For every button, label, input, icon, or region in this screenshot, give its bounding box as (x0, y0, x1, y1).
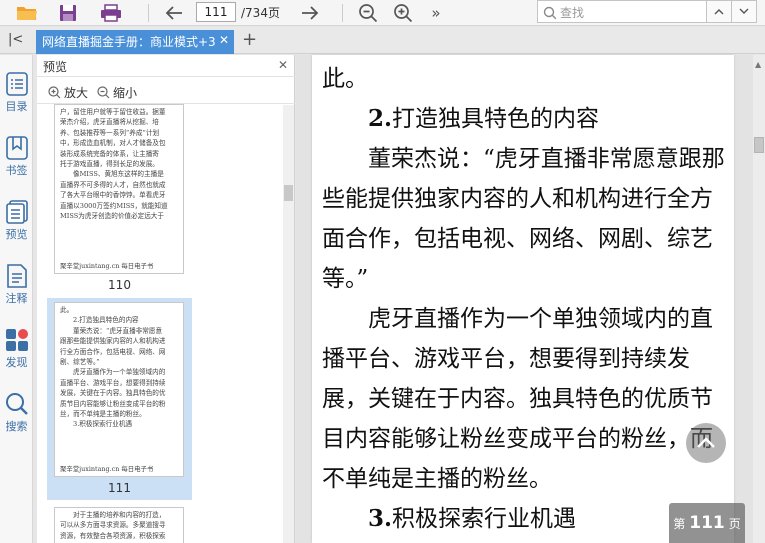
rail-label: 发现 (5, 356, 28, 369)
paragraph: 虎牙直播作为一个单独领域内的直播平台、游戏平台，想要得到持续发展，关键在于内容。… (322, 306, 713, 492)
rail-label: 书签 (5, 164, 28, 177)
back-to-top-button[interactable] (686, 423, 726, 463)
preview-zoom-bar: 放大 缩小 (37, 78, 295, 104)
next-page-icon[interactable] (298, 0, 322, 26)
rail-item-discover[interactable]: 发现 (0, 327, 33, 370)
thumbnail-page-111[interactable]: 此。 2.打造独具特色的内容 董荣杰说：“虎牙直播非常愿意 跟那些能提供独家内容… (47, 298, 192, 500)
thumbnail-image: 此。 2.打造独具特色的内容 董荣杰说：“虎牙直播非常愿意 跟那些能提供独家内容… (54, 302, 184, 477)
collapse-sidebar-icon[interactable]: |< (8, 32, 23, 47)
tab-title: 网络直播掘金手册：商业模式+3 (42, 35, 216, 49)
search-placeholder: 查找 (560, 6, 585, 20)
search-next-button[interactable] (731, 0, 757, 23)
search-icon (543, 5, 557, 24)
search-prev-button[interactable] (706, 0, 732, 23)
bookmark-icon (5, 135, 29, 161)
save-icon[interactable] (56, 0, 80, 26)
document-text: 此。 2.打造独具特色的内容 董荣杰说：“虎牙直播非常愿意跟那些能提供独家内容的… (322, 59, 726, 539)
tab-bar: |< 网络直播掘金手册：商业模式+3 ✕ + (0, 27, 765, 54)
list-icon (5, 71, 29, 97)
toolbar-divider (340, 0, 344, 26)
thumbnail-image: 对于主播的培养和内容的打造， 可以从多方面寻求资源。多聚道搜寻 资源，有效整合各… (54, 507, 184, 543)
document-scrollbar[interactable]: ▲ (753, 55, 765, 543)
rail-label: 注释 (5, 292, 28, 305)
thumbnail-page-112[interactable]: 对于主播的培养和内容的打造， 可以从多方面寻求资源。多聚道搜寻 资源，有效整合各… (47, 505, 192, 543)
preview-scroll-thumb[interactable] (284, 185, 293, 201)
toolbar-divider (146, 0, 150, 26)
preview-zoom-in-button[interactable]: 放大 (48, 84, 88, 101)
chevron-up-icon (697, 437, 715, 448)
prev-page-icon[interactable] (162, 0, 186, 26)
rail-label: 目录 (5, 100, 28, 113)
discover-icon (5, 327, 29, 353)
rail-label: 预览 (5, 228, 28, 241)
preview-zoom-out-button[interactable]: 缩小 (97, 84, 137, 101)
close-tab-icon[interactable]: ✕ (219, 33, 229, 47)
left-rail: 目录 书签 预览 注释 发现 搜索 (0, 55, 33, 543)
zoom-in-icon[interactable] (391, 0, 415, 26)
thumbnail-page-number: 110 (108, 278, 131, 292)
page-number-input[interactable]: 111 (196, 2, 236, 22)
section-heading: 2.打造独具特色的内容 (368, 105, 600, 132)
rail-item-notes[interactable]: 注释 (0, 263, 33, 306)
rail-item-preview[interactable]: 预览 (0, 199, 33, 242)
thumbnail-image: 户，留住用户就等于留住收益。据董 荣杰介绍，虎牙直播将从挖掘、培 养、包装推荐等… (54, 104, 184, 274)
more-icon[interactable]: » (426, 0, 446, 26)
thumbnail-page-110[interactable]: 户，留住用户就等于留住收益。据董 荣杰介绍，虎牙直播将从挖掘、培 养、包装推荐等… (47, 104, 192, 298)
print-icon[interactable] (98, 0, 124, 26)
rail-label: 搜索 (5, 420, 28, 433)
document-scroll-thumb[interactable] (754, 137, 764, 153)
rail-item-toc[interactable]: 目录 (0, 71, 33, 114)
close-preview-icon[interactable]: ✕ (278, 58, 288, 72)
thumbnail-page-number: 111 (108, 481, 131, 495)
zoom-out-icon[interactable] (356, 0, 380, 26)
tab-document[interactable]: 网络直播掘金手册：商业模式+3 ✕ (36, 30, 234, 54)
document-page: 此。 2.打造独具特色的内容 董荣杰说：“虎牙直播非常愿意跟那些能提供独家内容的… (312, 55, 734, 543)
zoom-out-icon (97, 86, 110, 99)
page-total: /734页 (241, 6, 280, 20)
rail-item-bookmarks[interactable]: 书签 (0, 135, 33, 178)
paragraph: 此。 (322, 66, 368, 92)
search-box[interactable]: 查找 (537, 0, 707, 23)
page-indicator-badge: 第 111 页 (669, 503, 745, 543)
zoom-in-icon (48, 86, 61, 99)
preview-scrollbar[interactable] (283, 105, 294, 543)
preview-header: 预览 ✕ (37, 55, 295, 77)
pages-icon (5, 199, 29, 225)
preview-title: 预览 (43, 60, 68, 74)
toolbar: 111 /734页 » 查找 (0, 0, 765, 26)
search-icon (5, 391, 29, 417)
note-icon (5, 263, 29, 289)
open-folder-icon[interactable] (14, 0, 40, 26)
paragraph: 董荣杰说：“虎牙直播非常愿意跟那些能提供独家内容的人和机构进行全方面合作，包括电… (322, 146, 725, 292)
scroll-up-icon[interactable]: ▲ (755, 60, 761, 69)
rail-item-search[interactable]: 搜索 (0, 391, 33, 434)
section-heading: 3.积极探索行业机遇 (368, 505, 577, 532)
new-tab-button[interactable]: + (242, 30, 257, 50)
